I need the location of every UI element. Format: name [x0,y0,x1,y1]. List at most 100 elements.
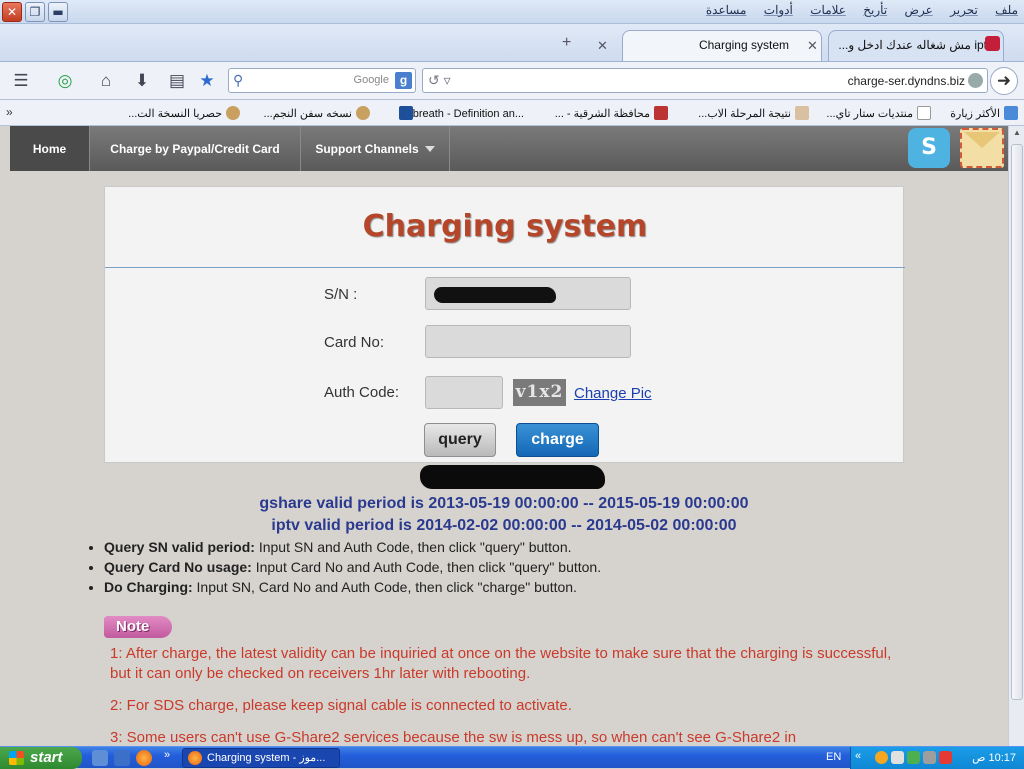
window-minimize-button[interactable]: ▬ [48,2,68,22]
note-2: 2: For SDS charge, please keep signal ca… [110,697,572,714]
divider [105,267,905,268]
sn-label: S/N : [324,286,358,303]
url-text: charge-ser.dyndns.biz [847,74,965,88]
iptv-validity-text: iptv valid period is 2014-02-02 00:00:00… [271,517,737,534]
tab-charging-system[interactable]: ✕ Charging system [622,30,822,61]
taskbar-clock: 10:17 ص [972,752,1016,764]
bookmarks-overflow-chevron-icon[interactable]: » [6,105,13,119]
note-badge: Note [104,616,172,638]
avatar-icon [226,106,240,120]
emblem-icon [654,106,668,120]
go-forward-arrow-icon[interactable]: ➜ [990,67,1018,95]
redacted-scribble [420,465,605,489]
dictionary-icon [398,106,413,120]
tray-network-icon[interactable] [907,751,920,764]
note-1: 1: After charge, the latest validity can… [110,645,892,682]
menu-hamburger-icon[interactable]: ☰ [10,70,32,92]
instructions-list: Query SN valid period: Input SN and Auth… [88,537,601,597]
bookmark-sharqia[interactable]: محافظة الشرقية - ... [555,106,668,120]
tray-app-icon[interactable] [875,751,888,764]
nav-home[interactable]: Home [10,126,90,171]
vertical-scrollbar[interactable]: ▲ [1008,126,1024,746]
card-no-label: Card No: [324,334,385,351]
dropdown-caret-icon [424,146,435,152]
quicklaunch-chevron-icon[interactable]: » [164,749,170,761]
tab-title: Charging system [698,38,789,52]
windows-taskbar: start » Charging system - موز... EN « 10… [0,746,1024,769]
window-close-button[interactable]: ✕ [2,2,22,22]
bookmark-exclusive[interactable]: حصريا النسخة الت... [128,106,240,120]
nav-charge-paypal[interactable]: Charge by Paypal/Credit Card [90,126,301,171]
media-player-icon[interactable] [114,750,130,766]
scrollbar-thumb[interactable] [1011,144,1023,700]
system-tray: « 10:17 ص [850,747,1024,769]
bookmark-breath-definition[interactable]: breath - Definition an... [395,106,524,120]
bookmark-star-times[interactable]: منتديات ستار تاي... [826,106,931,120]
home-icon[interactable]: ⌂ [95,70,117,92]
newspaper-icon [795,106,809,120]
nav-support-channels[interactable]: Support Channels [301,126,450,171]
firefox-icon[interactable] [136,750,152,766]
tab-close-icon[interactable]: ✕ [807,38,818,54]
search-icon: ⚲ [233,72,244,88]
menu-file[interactable]: ملف [995,3,1018,17]
menu-history[interactable]: تأريخ [863,3,887,17]
tab-iptv-forum[interactable]: iptv مش شغاله عندك ادخل و... [828,30,1004,61]
tray-expand-chevron-icon[interactable]: « [855,750,861,762]
scroll-up-arrow-icon[interactable]: ▲ [1011,128,1023,140]
tab-strip: + ✕ Charging system ✕ ✕ iptv مش شغاله عن… [0,24,1024,62]
skype-icon[interactable]: S [908,128,950,168]
list-item: Query Card No usage: Input Card No and A… [104,557,601,577]
charge-button[interactable]: charge [516,423,599,457]
download-arrow-icon[interactable]: ⬇ [131,70,153,92]
page-title: Charging system [362,209,648,244]
search-input[interactable]: ⚲ Google g [228,68,416,93]
menu-bookmarks[interactable]: علامات [810,3,846,17]
start-button[interactable]: start [0,747,82,769]
clipboard-icon[interactable]: ▤ [166,70,188,92]
captcha-image: v1x2 [513,379,566,406]
menu-tools[interactable]: أدوات [764,3,793,17]
menu-help[interactable]: مساعدة [706,3,747,17]
bookmark-results[interactable]: نتيجة المرحلة الاب... [698,106,809,120]
tab-title: iptv مش شغاله عندك ادخل و... [838,38,993,52]
charging-form-panel: Charging system S/N : Card No: Auth Code… [104,186,905,463]
show-desktop-icon[interactable] [92,750,108,766]
redacted-scribble [434,287,556,303]
menu-bar: ملف تحرير عرض تأريخ علامات أدوات مساعدة [692,3,1018,17]
site-favicon-icon [985,36,1000,51]
gshare-validity-text: gshare valid period is 2013-05-19 00:00:… [259,495,749,512]
tray-volume-icon[interactable] [923,751,936,764]
site-navigation-bar: Home Charge by Paypal/Credit Card Suppor… [10,126,1008,171]
address-bar[interactable]: ↺ ▿ charge-ser.dyndns.biz [422,68,988,93]
list-item: Query SN valid period: Input SN and Auth… [104,537,601,557]
avatar-icon [356,106,370,120]
auth-code-input[interactable] [425,376,503,409]
tray-security-icon[interactable] [891,751,904,764]
menu-edit[interactable]: تحرير [950,3,978,17]
language-indicator[interactable]: EN [826,751,841,763]
card-no-input[interactable] [425,325,631,358]
google-icon[interactable]: g [395,72,412,89]
query-button[interactable]: query [424,423,496,457]
bookmark-seven-star[interactable]: نسخه سفن النجم... [264,106,370,120]
window-restore-button[interactable]: ❐ [25,2,45,22]
reload-icon[interactable]: ↺ ▿ [428,72,451,89]
search-provider-label: Google [353,74,389,86]
mail-envelope-icon[interactable] [960,128,1004,168]
change-pic-link[interactable]: Change Pic [574,385,652,402]
menu-view[interactable]: عرض [905,3,933,17]
tray-update-icon[interactable] [939,751,952,764]
page-icon [917,106,931,120]
bookmark-most-visited[interactable]: الأكثر زيارة [950,106,1018,120]
site-globe-icon [968,73,983,88]
new-tab-plus-icon[interactable]: + [562,34,571,52]
sn-input[interactable] [425,277,631,310]
page-viewport: Home Charge by Paypal/Credit Card Suppor… [0,126,1008,746]
bookmarks-toolbar: » الأكثر زيارة منتديات ستار تاي... نتيجة… [0,100,1024,126]
auth-code-label: Auth Code: [324,384,400,401]
tab-close-icon[interactable]: ✕ [597,38,608,54]
bookmark-star-icon[interactable]: ★ [196,70,218,92]
taskbar-firefox-window[interactable]: Charging system - موز... [182,748,340,768]
addon-circle-icon[interactable]: ◎ [54,70,76,92]
